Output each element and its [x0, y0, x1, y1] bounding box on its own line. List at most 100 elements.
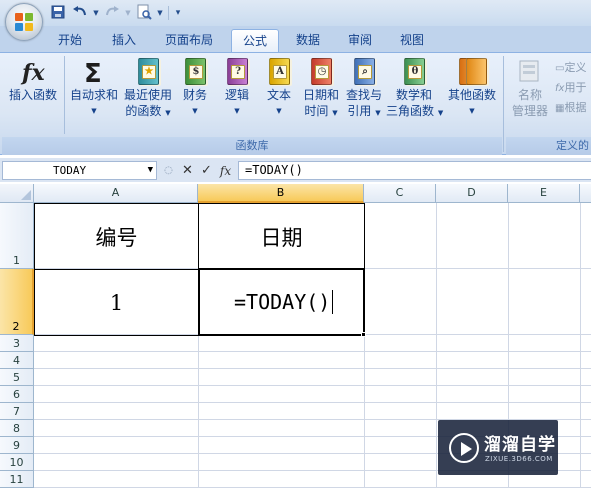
text-caret — [332, 290, 334, 314]
lookup-reference-button[interactable]: ⌕ 查找与 引用 ▼ — [343, 57, 385, 121]
print-preview-button[interactable] — [134, 4, 154, 22]
recently-used-button[interactable]: ★ 最近使用 的函数 ▼ — [122, 57, 174, 121]
ribbon: fx 插入函数 Σ 自动求和 ▼ ★ 最近使用 的函数 ▼ $ 财务 ▼ ? 逻… — [0, 52, 591, 155]
undo-button[interactable] — [70, 4, 90, 22]
insert-function-icon[interactable]: fx — [218, 163, 233, 178]
financial-button[interactable]: $ 财务 ▼ — [178, 57, 212, 119]
cell-b1[interactable]: 日期 — [199, 204, 364, 269]
office-logo-icon — [15, 13, 34, 32]
watermark-title: 溜溜自学 — [484, 435, 556, 455]
play-logo-icon — [449, 433, 479, 463]
text-functions-label: 文本 — [266, 88, 291, 102]
row-header-5[interactable]: 5 — [0, 369, 34, 386]
row-header-6[interactable]: 6 — [0, 386, 34, 403]
chevron-down-icon: ▼ — [469, 107, 475, 115]
tab-view[interactable]: 视图 — [390, 29, 434, 52]
create-from-selection-label: 根据 — [564, 101, 587, 114]
cell-b2-formula: =TODAY() — [234, 290, 331, 314]
tab-insert[interactable]: 插入 — [102, 29, 146, 52]
use-in-formula-button[interactable]: fx用于 — [555, 79, 591, 95]
math-trig-label-1: 数学和 — [395, 88, 432, 102]
row-header-7[interactable]: 7 — [0, 403, 34, 420]
autosum-label: 自动求和 — [69, 88, 118, 102]
formula-input[interactable]: =TODAY() — [238, 161, 591, 180]
tab-data[interactable]: 数据 — [286, 29, 330, 52]
row-header-4[interactable]: 4 — [0, 352, 34, 369]
formula-buttons: ◌ ✕ ✓ fx — [161, 161, 233, 180]
cancel-icon[interactable]: ✕ — [180, 163, 195, 178]
function-library-caption: 函数库 — [2, 137, 502, 155]
name-manager-button[interactable]: 名称 管理器 — [507, 57, 553, 119]
more-book-icon — [457, 57, 487, 87]
redo-dropdown-button[interactable]: ▼ — [124, 4, 132, 22]
column-header-b[interactable]: B — [198, 184, 364, 203]
tab-formulas[interactable]: 公式 — [231, 29, 279, 52]
text-functions-button[interactable]: A 文本 ▼ — [262, 57, 296, 119]
more-functions-label: 其他函数 — [447, 88, 496, 102]
fill-handle[interactable] — [361, 332, 366, 337]
recently-used-label-2: 的函数 ▼ — [125, 104, 171, 118]
math-trig-button[interactable]: θ 数学和 三角函数 ▼ — [386, 57, 443, 121]
row-header-1[interactable]: 1 — [0, 203, 34, 269]
lookup-reference-label-2: 引用 ▼ — [347, 104, 381, 118]
name-manager-label-2: 管理器 — [511, 104, 548, 118]
expand-formula-icon[interactable]: ◌ — [161, 163, 176, 178]
save-button[interactable] — [48, 4, 68, 22]
chevron-down-icon: ▼ — [234, 107, 240, 115]
undo-dropdown-button[interactable]: ▼ — [92, 4, 100, 22]
watermark: 溜溜自学 ZIXUE.3D66.COM — [438, 420, 558, 475]
customize-icon: ▾ — [175, 8, 181, 18]
customize-qat-button[interactable]: ▾ — [173, 4, 183, 22]
column-header-a[interactable]: A — [34, 184, 198, 203]
row-header-2[interactable]: 2 — [0, 269, 34, 335]
select-all-button[interactable] — [0, 184, 34, 203]
chevron-down-icon: ▼ — [147, 165, 153, 175]
chevron-down-icon: ▼ — [93, 9, 99, 17]
define-name-label: 定义 — [564, 61, 587, 74]
redo-icon — [104, 5, 120, 22]
column-header-e[interactable]: E — [508, 184, 580, 203]
row-header-3[interactable]: 3 — [0, 335, 34, 352]
chevron-down-icon: ▼ — [276, 107, 282, 115]
print-preview-icon — [136, 4, 152, 23]
cell-a1[interactable]: 编号 — [35, 204, 198, 269]
more-functions-button[interactable]: 其他函数 ▼ — [446, 57, 498, 119]
tab-home[interactable]: 开始 — [48, 29, 92, 52]
row-header-8[interactable]: 8 — [0, 420, 34, 437]
define-name-button[interactable]: ▭定义 — [555, 59, 591, 75]
ribbon-group-separator — [503, 56, 504, 152]
gridline — [34, 351, 591, 352]
column-header-d[interactable]: D — [436, 184, 508, 203]
gridline — [436, 203, 437, 488]
recently-used-label-1: 最近使用 — [123, 88, 172, 102]
tab-page-layout[interactable]: 页面布局 — [156, 29, 222, 52]
row-header-10[interactable]: 10 — [0, 454, 34, 471]
column-header-c[interactable]: C — [364, 184, 436, 203]
name-box[interactable]: TODAY ▼ — [2, 161, 157, 180]
logical-label: 逻辑 — [224, 88, 249, 102]
enter-icon[interactable]: ✓ — [199, 163, 214, 178]
text-book-icon: A — [264, 57, 294, 87]
column-header-f[interactable] — [580, 184, 591, 203]
formula-bar: TODAY ▼ ◌ ✕ ✓ fx =TODAY() — [0, 158, 591, 182]
tab-review[interactable]: 审阅 — [338, 29, 382, 52]
create-from-selection-button[interactable]: ▦根据 — [555, 99, 591, 115]
title-bar: ▼ ▼ ▼ ▾ — [0, 0, 591, 26]
logical-button[interactable]: ? 逻辑 ▼ — [220, 57, 254, 119]
insert-function-button[interactable]: fx 插入函数 — [4, 57, 62, 103]
cell-b2[interactable]: =TODAY() — [200, 270, 363, 334]
financial-book-icon: $ — [180, 57, 210, 87]
gridline — [580, 203, 581, 488]
autosum-button[interactable]: Σ 自动求和 ▼ — [68, 57, 120, 119]
row-header-11[interactable]: 11 — [0, 471, 34, 488]
cell-a2[interactable]: 1 — [35, 270, 198, 335]
row-header-9[interactable]: 9 — [0, 437, 34, 454]
chevron-down-icon: ▼ — [125, 9, 131, 17]
date-time-button[interactable]: ◷ 日期和 时间 ▼ — [300, 57, 342, 121]
print-preview-dropdown-button[interactable]: ▼ — [156, 4, 164, 22]
office-button[interactable] — [5, 3, 43, 41]
lookup-book-icon: ⌕ — [349, 57, 379, 87]
quick-access-toolbar: ▼ ▼ ▼ ▾ — [48, 4, 183, 22]
lookup-reference-label-1: 查找与 — [345, 88, 382, 102]
redo-button[interactable] — [102, 4, 122, 22]
